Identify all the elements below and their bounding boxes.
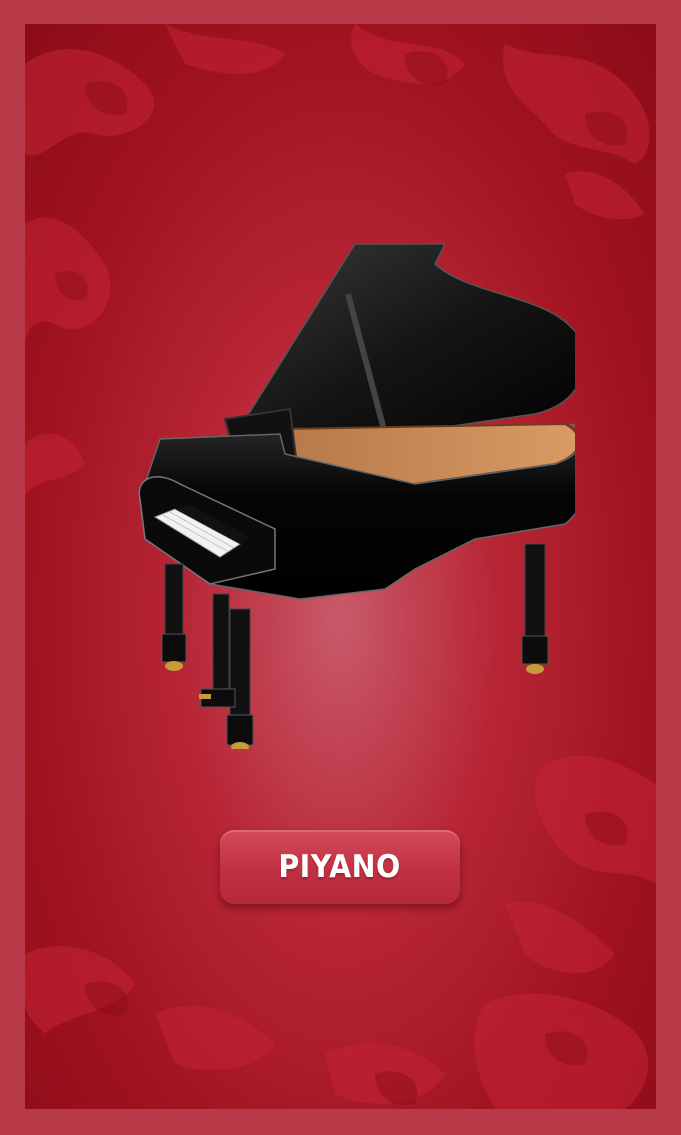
grand-piano-icon: [138, 243, 575, 749]
title-button-label: PIYANO: [278, 849, 402, 885]
app-frame: PIYANO: [0, 0, 681, 1135]
splash-panel: PIYANO: [25, 24, 656, 1109]
title-button[interactable]: PIYANO: [220, 830, 460, 904]
